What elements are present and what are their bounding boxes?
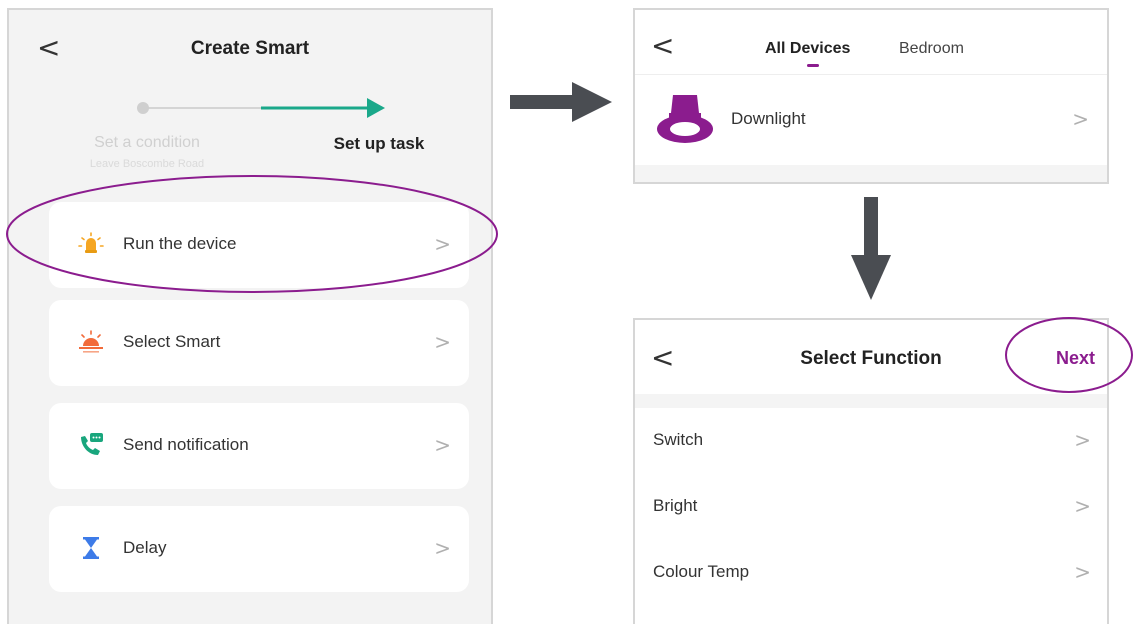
select-function-screen: < Select Function Next Switch > Bright >… [633, 318, 1109, 624]
step-task-label: Set up task [333, 134, 425, 153]
chevron-right-icon: > [1074, 428, 1091, 452]
next-button[interactable]: Next [1056, 348, 1095, 369]
step-indicator: Set a condition Leave Boscombe Road Set … [9, 10, 491, 190]
bulb-icon [78, 232, 104, 253]
device-label: Downlight [731, 109, 806, 128]
flow-arrow-right-icon [510, 82, 612, 122]
phone-message-icon [81, 433, 103, 455]
chevron-right-icon: > [1074, 560, 1091, 584]
delay-card[interactable]: Delay > [49, 506, 469, 592]
card-label: Run the device [123, 234, 237, 253]
sunset-icon [79, 330, 103, 353]
step-condition-sublabel: Leave Boscombe Road [89, 158, 205, 170]
chevron-right-icon: > [434, 433, 451, 457]
page-title: Select Function [800, 348, 942, 369]
function-row-switch[interactable]: Switch > [635, 408, 1107, 474]
active-tab-indicator [807, 64, 819, 67]
device-row-downlight[interactable]: Downlight > [635, 74, 1107, 165]
card-label: Select Smart [123, 332, 221, 351]
function-label: Bright [653, 496, 698, 515]
function-row-colour-temp[interactable]: Colour Temp > [635, 540, 1107, 606]
chevron-right-icon: > [434, 330, 451, 354]
downlight-icon [657, 95, 713, 143]
send-notification-card[interactable]: Send notification > [49, 403, 469, 489]
tab-bedroom[interactable]: Bedroom [899, 40, 964, 58]
chevron-right-icon: > [1072, 107, 1089, 131]
card-label: Delay [123, 538, 167, 557]
back-button[interactable]: < [651, 32, 674, 60]
device-list-screen: < All Devices Bedroom Downlight > [633, 8, 1109, 184]
flow-arrow-down-icon [851, 197, 891, 300]
divider [635, 394, 1107, 408]
chevron-right-icon: > [1074, 494, 1091, 518]
function-label: Colour Temp [653, 562, 750, 581]
function-row-bright[interactable]: Bright > [635, 474, 1107, 540]
tab-all-devices[interactable]: All Devices [765, 40, 850, 58]
step-condition-label: Set a condition [94, 134, 200, 151]
hourglass-icon [83, 537, 99, 559]
run-device-card[interactable]: Run the device > [49, 202, 469, 288]
card-label: Send notification [123, 435, 249, 454]
device-list-header: < All Devices Bedroom [635, 10, 1107, 74]
function-label: Switch [653, 430, 704, 449]
select-smart-card[interactable]: Select Smart > [49, 300, 469, 386]
chevron-right-icon: > [434, 232, 451, 256]
create-smart-screen: < Create Smart Set a condition Leave Bos… [7, 8, 493, 624]
chevron-right-icon: > [434, 536, 451, 560]
